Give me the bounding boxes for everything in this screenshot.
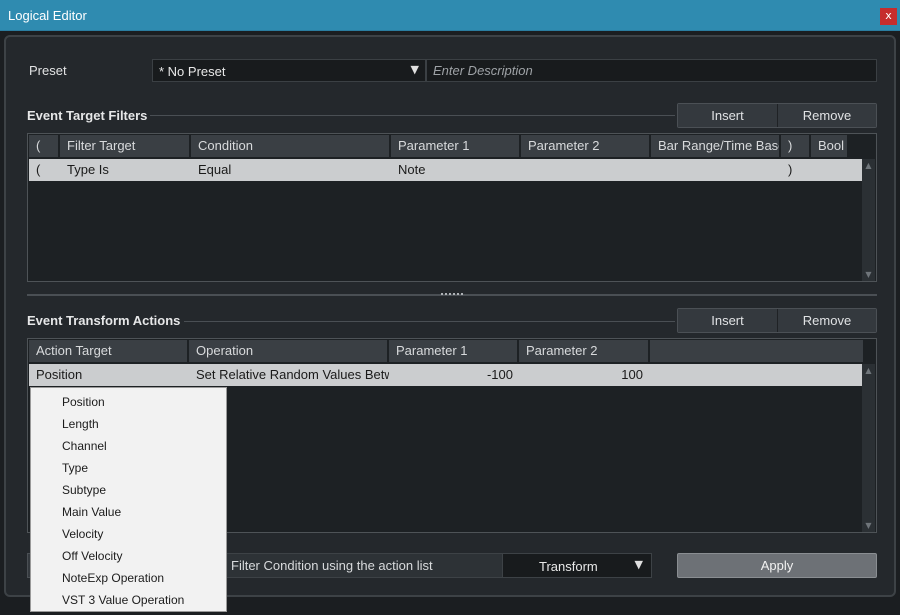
actions-scrollbar[interactable]: ▲ ▼ xyxy=(862,364,875,532)
table-row[interactable]: ( Type Is Equal Note ) xyxy=(29,159,863,181)
column-header-empty xyxy=(650,340,863,362)
column-header[interactable]: Parameter 1 xyxy=(389,340,519,362)
function-select[interactable]: Transform ▼ xyxy=(502,553,652,578)
column-header[interactable]: Condition xyxy=(191,135,391,157)
menu-item-velocity[interactable]: Velocity xyxy=(31,523,226,545)
column-header[interactable]: Filter Target xyxy=(60,135,191,157)
menu-item-noteexp-operation[interactable]: NoteExp Operation xyxy=(31,567,226,589)
filters-scrollbar[interactable]: ▲ ▼ xyxy=(862,159,875,281)
table-cell[interactable]: -100 xyxy=(389,364,519,386)
actions-divider xyxy=(184,321,675,322)
table-cell[interactable]: ( xyxy=(29,159,60,181)
column-header[interactable]: Bool xyxy=(811,135,849,157)
filters-table-header: ( Filter Target Condition Parameter 1 Pa… xyxy=(29,135,849,157)
table-cell[interactable] xyxy=(811,159,843,181)
table-cell[interactable] xyxy=(651,159,781,181)
filters-remove-button[interactable]: Remove xyxy=(777,104,876,127)
column-header[interactable]: ( xyxy=(29,135,60,157)
actions-button-group: Insert Remove xyxy=(677,308,877,333)
menu-item-main-value[interactable]: Main Value xyxy=(31,501,226,523)
filters-insert-button[interactable]: Insert xyxy=(678,104,777,127)
scroll-down-icon[interactable]: ▼ xyxy=(862,270,875,279)
table-cell[interactable]: Position xyxy=(29,364,189,386)
menu-item-length[interactable]: Length xyxy=(31,413,226,435)
filters-table: ( Filter Target Condition Parameter 1 Pa… xyxy=(27,133,877,282)
chevron-down-icon: ▼ xyxy=(410,63,419,76)
action-target-dropdown: Position Length Channel Type Subtype Mai… xyxy=(30,387,227,612)
preset-value: * No Preset xyxy=(159,64,226,79)
table-cell[interactable]: Type Is xyxy=(60,159,191,181)
column-header[interactable]: Operation xyxy=(189,340,389,362)
filters-section-title: Event Target Filters xyxy=(27,108,148,123)
table-cell[interactable]: Equal xyxy=(191,159,391,181)
function-description: Filter Condition using the action list xyxy=(218,553,502,578)
window-titlebar: Logical Editor x xyxy=(0,0,900,31)
scroll-up-icon[interactable]: ▲ xyxy=(862,366,875,375)
table-cell[interactable]: Set Relative Random Values Between xyxy=(189,364,389,386)
menu-item-channel[interactable]: Channel xyxy=(31,435,226,457)
preset-select[interactable]: * No Preset ▼ xyxy=(152,59,426,82)
menu-item-vst3-value-operation[interactable]: VST 3 Value Operation xyxy=(31,589,226,611)
description-input[interactable] xyxy=(426,59,877,82)
column-header[interactable]: Bar Range/Time Base xyxy=(651,135,781,157)
menu-item-subtype[interactable]: Subtype xyxy=(31,479,226,501)
function-value: Transform xyxy=(539,559,598,574)
actions-remove-button[interactable]: Remove xyxy=(777,309,876,332)
column-header[interactable]: ) xyxy=(781,135,811,157)
table-cell[interactable] xyxy=(521,159,651,181)
table-cell[interactable]: ) xyxy=(781,159,811,181)
actions-insert-button[interactable]: Insert xyxy=(678,309,777,332)
menu-item-position[interactable]: Position xyxy=(31,391,226,413)
splitter-grip-icon[interactable] xyxy=(441,293,463,296)
preset-label: Preset xyxy=(29,63,67,78)
column-header[interactable]: Parameter 1 xyxy=(391,135,521,157)
filters-divider xyxy=(150,115,675,116)
actions-section-title: Event Transform Actions xyxy=(27,313,181,328)
chevron-down-icon: ▼ xyxy=(634,558,643,571)
scroll-down-icon[interactable]: ▼ xyxy=(862,521,875,530)
menu-item-type[interactable]: Type xyxy=(31,457,226,479)
table-cell[interactable]: 100 xyxy=(519,364,649,386)
table-row[interactable]: Position Set Relative Random Values Betw… xyxy=(29,364,863,386)
apply-button[interactable]: Apply xyxy=(677,553,877,578)
column-header[interactable]: Action Target xyxy=(29,340,189,362)
window-title: Logical Editor xyxy=(8,8,87,23)
table-cell[interactable]: Note xyxy=(391,159,521,181)
actions-table-header: Action Target Operation Parameter 1 Para… xyxy=(29,340,863,362)
column-header[interactable]: Parameter 2 xyxy=(519,340,650,362)
menu-item-off-velocity[interactable]: Off Velocity xyxy=(31,545,226,567)
close-button[interactable]: x xyxy=(880,8,897,25)
column-header[interactable]: Parameter 2 xyxy=(521,135,651,157)
scroll-up-icon[interactable]: ▲ xyxy=(862,161,875,170)
filters-button-group: Insert Remove xyxy=(677,103,877,128)
